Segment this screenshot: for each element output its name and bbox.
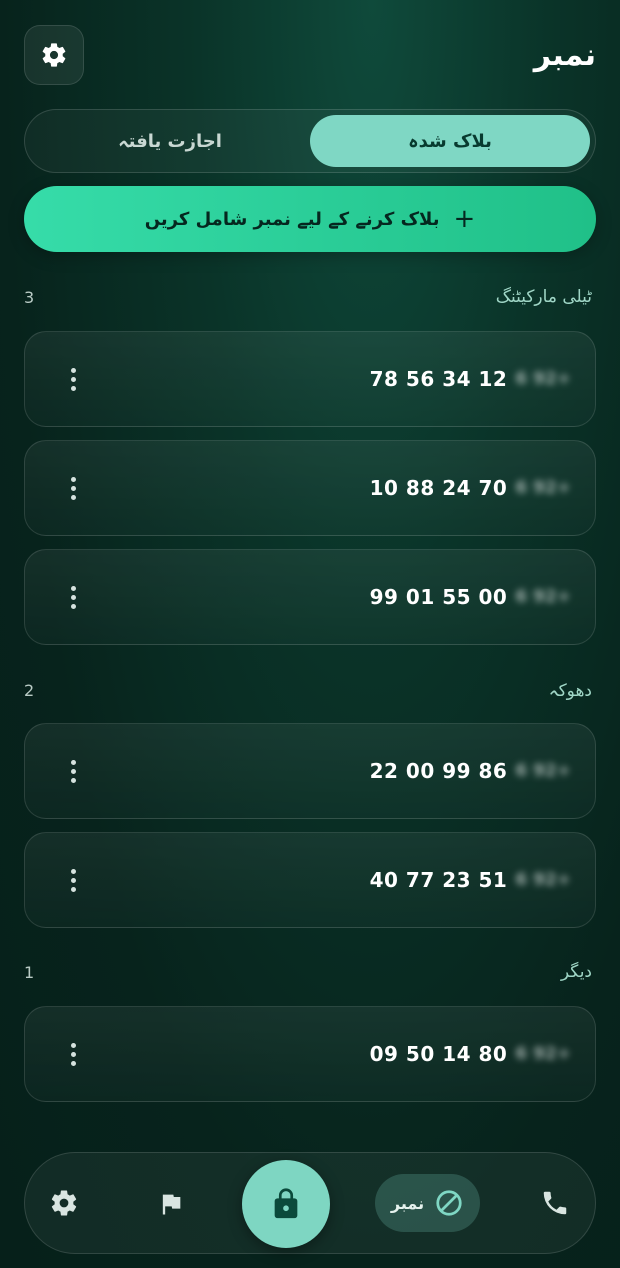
lock-icon <box>274 1188 298 1219</box>
phone-number: 10 88 24 70 <box>369 476 508 500</box>
group-count: 3 <box>24 287 35 307</box>
phone-number: 22 00 99 86 <box>369 759 508 783</box>
nav-settings[interactable] <box>46 1185 82 1221</box>
phone-number: 40 77 23 51 <box>369 868 508 892</box>
group-header-other: 1 دیگر <box>24 960 592 984</box>
phone-number: 09 50 14 80 <box>369 1042 508 1066</box>
more-options-icon[interactable] <box>61 863 86 898</box>
flag-icon <box>162 1194 181 1215</box>
plus-icon: + <box>453 204 476 234</box>
nav-numbers-label: نمبر <box>390 1193 425 1213</box>
nav-calls[interactable] <box>538 1186 572 1220</box>
nav-numbers[interactable]: نمبر <box>375 1174 480 1232</box>
list-item[interactable]: 40 77 23 51 6 92+ <box>24 832 596 928</box>
more-options-icon[interactable] <box>61 580 86 615</box>
blurred-prefix: 6 92+ <box>515 870 571 890</box>
group-count: 1 <box>24 962 35 982</box>
more-options-icon[interactable] <box>61 362 86 397</box>
group-name: دیگر <box>560 962 592 982</box>
nav-lock-button[interactable] <box>242 1160 330 1248</box>
list-item[interactable]: 78 56 34 12 6 92+ <box>24 331 596 427</box>
more-options-icon[interactable] <box>61 1037 86 1072</box>
group-name: ٹیلی مارکیٹنگ <box>495 287 592 307</box>
blurred-prefix: 6 92+ <box>515 1044 571 1064</box>
gear-icon <box>42 43 66 67</box>
group-name: دھوکہ <box>548 680 592 701</box>
add-number-button[interactable]: + بلاک کرنے کے لیے نمبر شامل کریں <box>24 186 596 252</box>
phone-number: 78 56 34 12 <box>369 367 508 391</box>
group-count: 2 <box>24 680 35 700</box>
block-icon <box>436 1190 462 1216</box>
tab-blocked[interactable]: بلاک شدہ <box>310 115 590 167</box>
list-item[interactable]: 22 00 99 86 6 92+ <box>24 723 596 819</box>
list-item[interactable]: 10 88 24 70 6 92+ <box>24 440 596 536</box>
blurred-prefix: 6 92+ <box>515 369 571 389</box>
segmented-tabs: بلاک شدہ اجازت یافتہ <box>24 109 596 173</box>
header: نمبر <box>24 24 596 86</box>
phone-number: 99 01 55 00 <box>369 585 508 609</box>
blurred-prefix: 6 92+ <box>515 761 571 781</box>
more-options-icon[interactable] <box>61 471 86 506</box>
more-options-icon[interactable] <box>61 754 86 789</box>
group-header-fraud: 2 دھوکہ <box>24 678 592 702</box>
add-number-label: بلاک کرنے کے لیے نمبر شامل کریں <box>144 208 440 230</box>
list-item[interactable]: 09 50 14 80 6 92+ <box>24 1006 596 1102</box>
blurred-prefix: 6 92+ <box>515 478 571 498</box>
phone-icon <box>543 1191 567 1215</box>
blurred-prefix: 6 92+ <box>515 587 571 607</box>
group-header-telemarketing: 3 ٹیلی مارکیٹنگ <box>24 285 592 309</box>
nav-reports[interactable] <box>154 1187 188 1221</box>
tab-allowed[interactable]: اجازت یافتہ <box>30 115 310 167</box>
settings-button[interactable] <box>24 25 84 85</box>
list-item[interactable]: 99 01 55 00 6 92+ <box>24 549 596 645</box>
page-title: نمبر <box>533 37 596 73</box>
gear-icon <box>51 1190 77 1216</box>
